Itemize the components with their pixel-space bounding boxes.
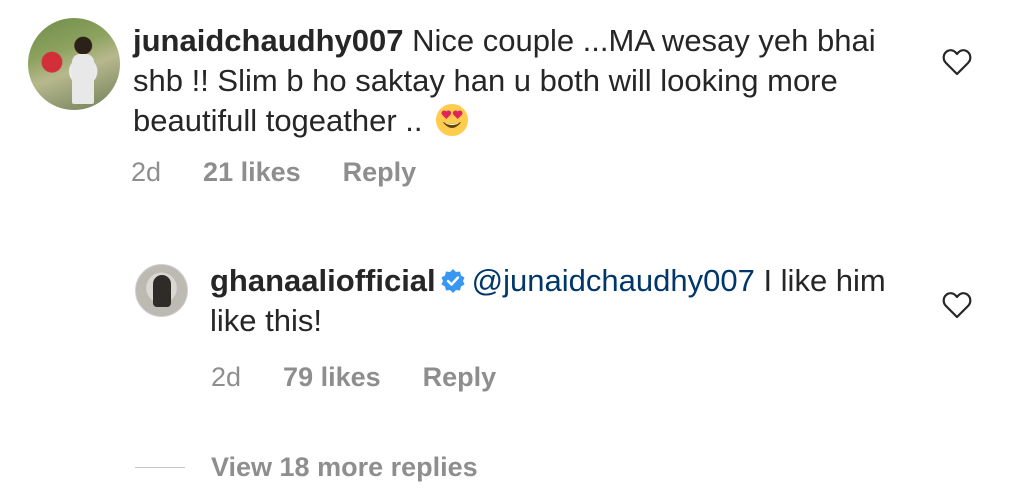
reply-username[interactable]: ghanaaliofficial (210, 263, 436, 298)
reply-meta: 2d 79 likes Reply (211, 362, 496, 393)
reply-body: ghanaaliofficial @junaidchaudhy007 I lik… (210, 261, 910, 341)
reply-time: 2d (211, 362, 242, 392)
like-heart-icon[interactable] (942, 48, 972, 76)
reply-button[interactable]: Reply (423, 362, 497, 393)
avatar[interactable] (28, 18, 120, 110)
comment-likes[interactable]: 21 likes (203, 157, 301, 188)
like-heart-icon[interactable] (942, 291, 972, 319)
view-more-replies-label: View 18 more replies (211, 452, 478, 482)
heart-eyes-emoji-icon (436, 103, 469, 137)
reply-avatar[interactable] (135, 264, 188, 317)
comment-thread: junaidchaudhy007 Nice couple ...MA wesay… (0, 0, 1024, 503)
comment-body: junaidchaudhy007 Nice couple ...MA wesay… (133, 21, 903, 141)
reply-button[interactable]: Reply (343, 157, 417, 188)
view-more-replies-button[interactable]: View 18 more replies (135, 452, 478, 483)
comment-username[interactable]: junaidchaudhy007 (133, 23, 403, 58)
divider-line (135, 467, 185, 468)
comment-time: 2d (131, 157, 162, 187)
verified-badge-icon (441, 269, 465, 293)
comment-meta: 2d 21 likes Reply (131, 157, 416, 188)
reply-likes[interactable]: 79 likes (283, 362, 381, 393)
mention-link[interactable]: @junaidchaudhy007 (472, 263, 755, 298)
